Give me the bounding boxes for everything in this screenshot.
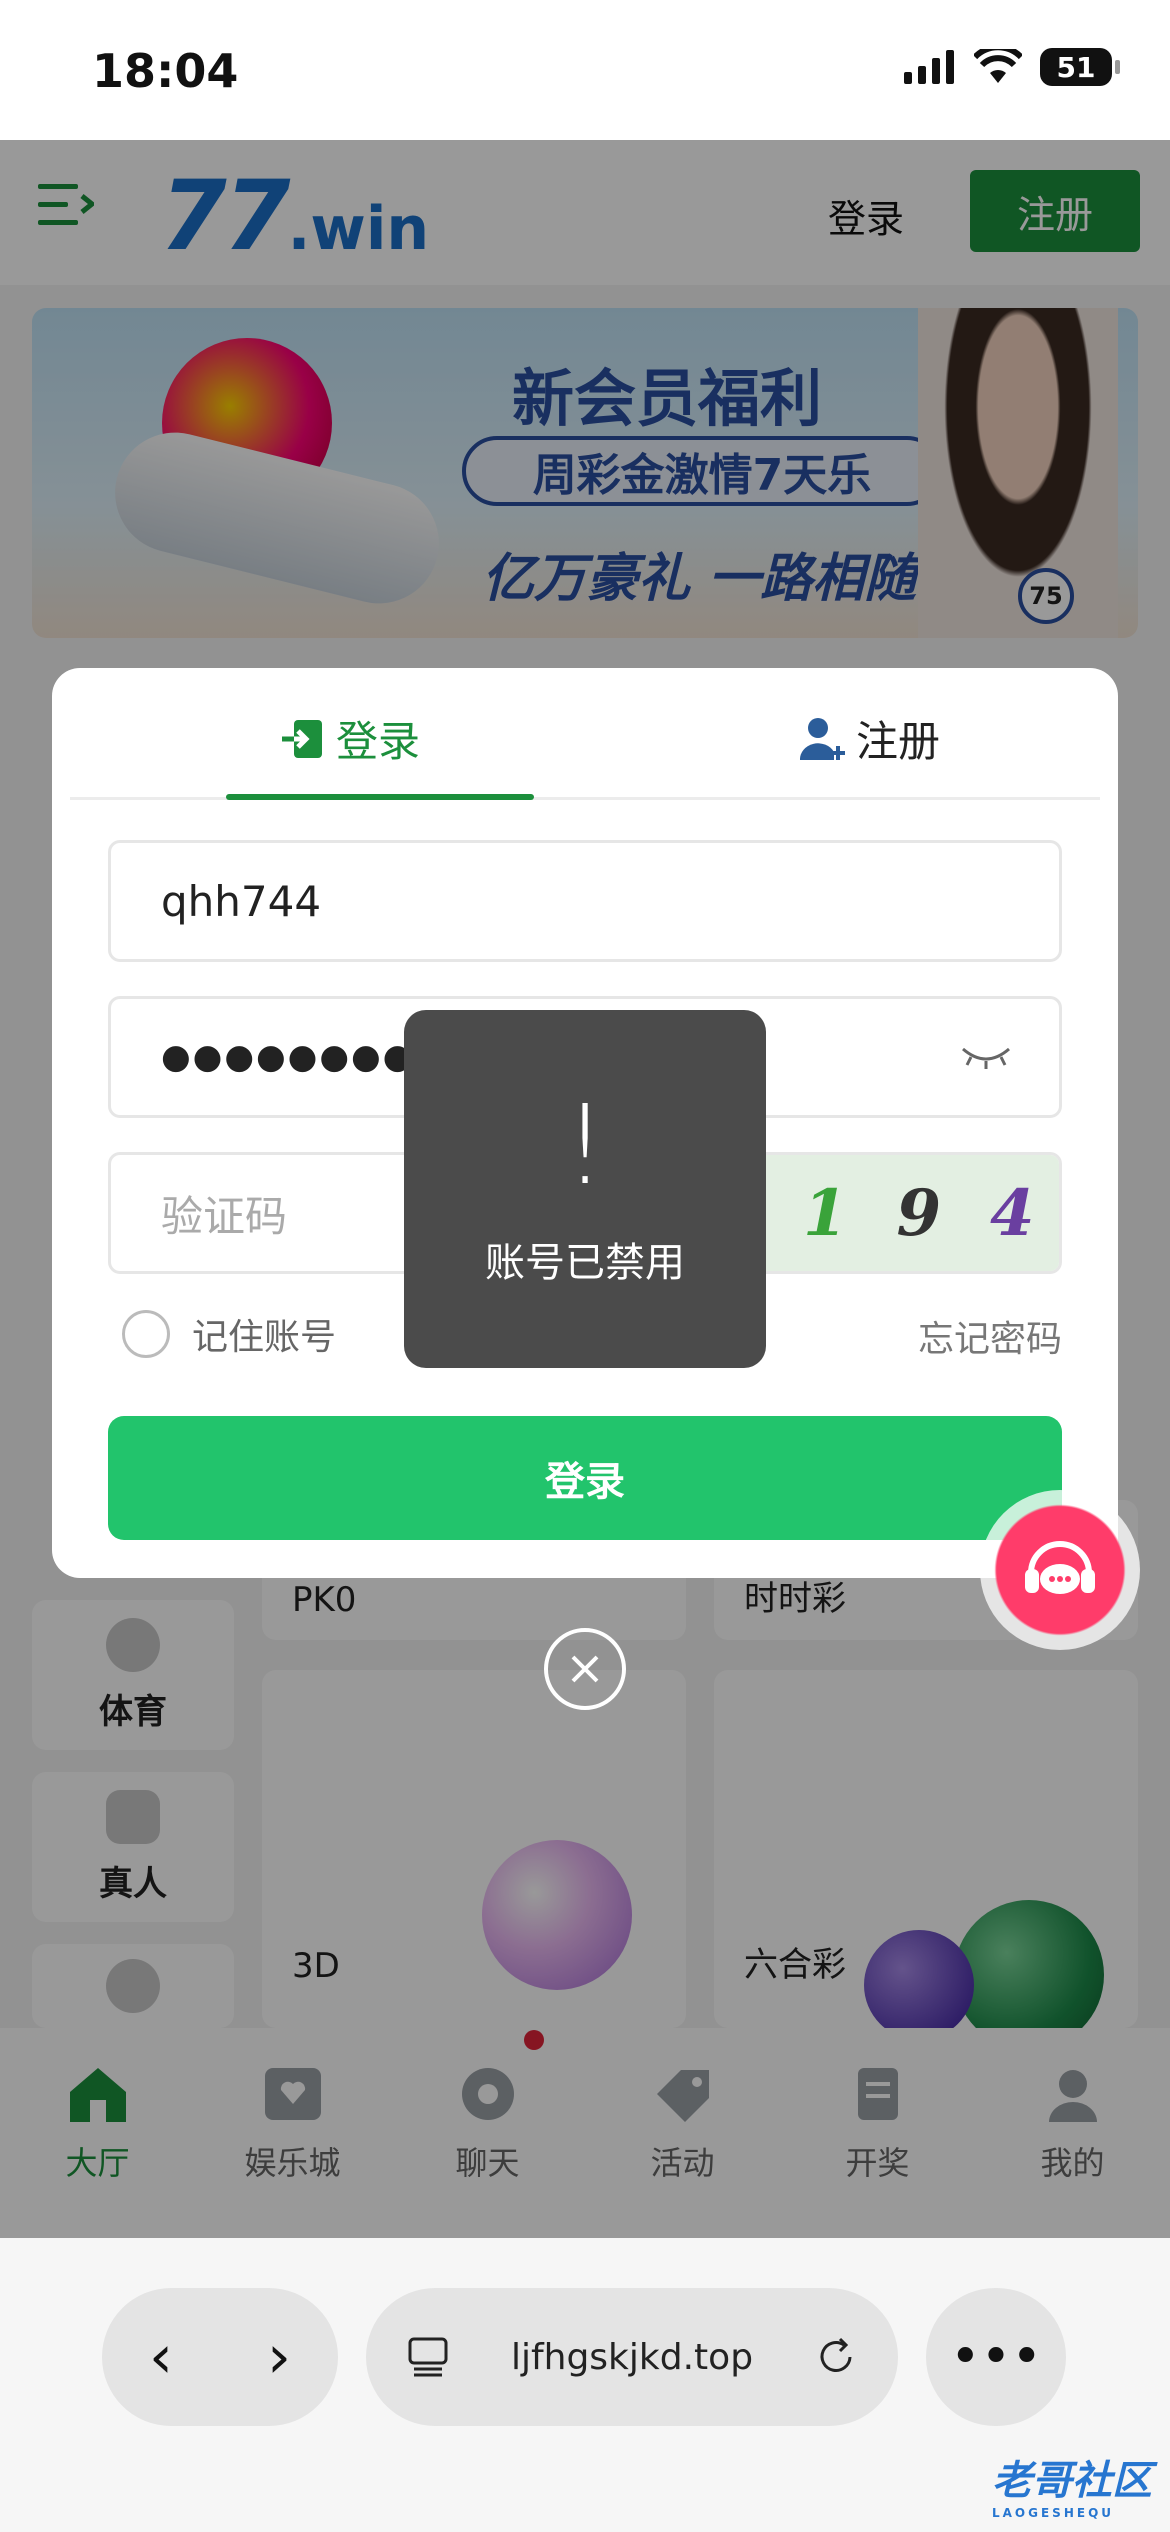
watermark-title: 老哥社区 xyxy=(992,2458,1152,2504)
login-submit-button[interactable]: 登录 xyxy=(108,1416,1062,1540)
tab-register[interactable]: 注册 xyxy=(800,708,940,769)
remember-account[interactable]: 记住账号 xyxy=(122,1308,336,1360)
toast-message: 账号已禁用 xyxy=(485,1240,685,1286)
tab-login-label: 登录 xyxy=(336,717,421,766)
username-field[interactable]: qhh744 xyxy=(108,840,1062,962)
captcha-placeholder: 验证码 xyxy=(161,1191,288,1241)
modal-tabs: 登录 注册 xyxy=(70,668,1100,800)
forgot-password-link[interactable]: 忘记密码 xyxy=(918,1310,1062,1362)
remember-label: 记住账号 xyxy=(192,1317,337,1358)
battery-icon: 51 xyxy=(1040,48,1120,86)
eye-closed-icon[interactable] xyxy=(961,1045,1011,1069)
watermark-subtitle: LAOGESHEQU xyxy=(992,2506,1115,2520)
tab-login[interactable]: 登录 xyxy=(280,708,420,769)
status-bar: 18:04 51 xyxy=(0,0,1170,140)
signal-icon xyxy=(904,50,954,84)
back-icon[interactable]: ‹ xyxy=(149,2322,173,2392)
address-bar[interactable]: ljfhgskjkd.top xyxy=(366,2288,898,2426)
add-user-icon xyxy=(800,717,845,760)
remember-radio[interactable] xyxy=(122,1310,170,1358)
status-icons: 51 xyxy=(904,48,1120,86)
close-icon xyxy=(571,1655,599,1683)
tab-register-label: 注册 xyxy=(856,717,941,766)
community-watermark: 老哥社区 LAOGESHEQU xyxy=(992,2448,1152,2520)
captcha-char: 4 xyxy=(989,1175,1035,1251)
customer-support-button[interactable] xyxy=(980,1490,1140,1650)
active-tab-indicator xyxy=(226,794,534,800)
captcha-char: 9 xyxy=(896,1175,942,1251)
headset-icon xyxy=(1025,1541,1095,1594)
error-toast: ! 账号已禁用 xyxy=(404,1010,766,1368)
login-icon xyxy=(282,719,322,758)
reload-icon[interactable] xyxy=(814,2335,858,2379)
browser-toolbar: ‹ › ljfhgskjkd.top ••• 老哥社区 LAOGESHEQU xyxy=(0,2238,1170,2532)
tabs-icon[interactable] xyxy=(406,2335,450,2379)
username-value: qhh744 xyxy=(161,876,322,926)
status-time: 18:04 xyxy=(92,44,239,98)
forward-icon[interactable]: › xyxy=(267,2322,291,2392)
alert-icon: ! xyxy=(562,1081,608,1209)
more-dots-icon: ••• xyxy=(949,2327,1042,2387)
browser-more-button[interactable]: ••• xyxy=(926,2288,1066,2426)
captcha-char: 1 xyxy=(802,1175,848,1251)
close-modal-button[interactable] xyxy=(544,1628,626,1710)
wifi-icon xyxy=(974,49,1022,83)
url-text: ljfhgskjkd.top xyxy=(510,2336,754,2378)
browser-nav-pill: ‹ › xyxy=(102,2288,338,2426)
